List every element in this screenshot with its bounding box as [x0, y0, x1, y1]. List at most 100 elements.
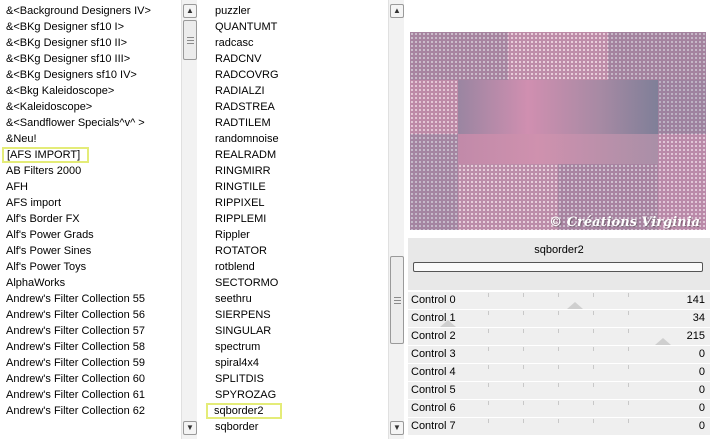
list-item[interactable]: radcasc	[206, 35, 386, 51]
list-item[interactable]: QUANTUMT	[206, 19, 386, 35]
list-item[interactable]: SPYROZAG	[206, 387, 386, 403]
control-row[interactable]: Control 3 0	[408, 346, 710, 364]
list-item-label: RINGMIRR	[215, 165, 271, 177]
list-item-label: AFS import	[6, 197, 62, 209]
list-item[interactable]: &<Background Designers IV>	[0, 3, 180, 19]
control-row[interactable]: Control 4 0	[408, 364, 710, 382]
progress-bar	[413, 262, 703, 272]
filter-list-scrollbar[interactable]: ▲ ▼	[388, 0, 404, 439]
list-item[interactable]: RADCNV	[206, 51, 386, 67]
list-item[interactable]: AFH	[0, 179, 180, 195]
list-item[interactable]: Andrew's Filter Collection 59	[0, 355, 180, 371]
list-item[interactable]: AFS import	[0, 195, 180, 211]
control-row[interactable]: Control 6 0	[408, 400, 710, 418]
list-item[interactable]: sqborder	[206, 419, 386, 435]
list-item[interactable]: RADIALZI	[206, 83, 386, 99]
list-item[interactable]: RIPPIXEL	[206, 195, 386, 211]
slider-track[interactable]	[488, 311, 648, 315]
list-item[interactable]: Andrew's Filter Collection 62	[0, 403, 180, 419]
slider-track[interactable]	[488, 365, 648, 369]
arrow-up-icon[interactable]: ▲	[390, 4, 404, 18]
control-row[interactable]: Control 0 141	[408, 292, 710, 310]
slider-track[interactable]	[488, 329, 648, 333]
list-item[interactable]: rotblend	[206, 259, 386, 275]
list-item-label: spectrum	[215, 341, 261, 353]
slider-track[interactable]	[488, 293, 648, 297]
list-item-label: &<Sandflower Specials^v^ >	[6, 117, 145, 129]
arrow-up-icon[interactable]: ▲	[183, 4, 197, 18]
slider-marker[interactable]	[654, 338, 671, 345]
list-item[interactable]: SINGULAR	[206, 323, 386, 339]
list-item[interactable]: [AFS IMPORT]	[2, 147, 89, 163]
list-item[interactable]: SPLITDIS	[206, 371, 386, 387]
filter-header: sqborder2	[408, 238, 710, 290]
list-item[interactable]: Alf's Power Sines	[0, 243, 180, 259]
list-item[interactable]: Rippler	[206, 227, 386, 243]
list-item[interactable]: RINGMIRR	[206, 163, 386, 179]
control-row[interactable]: Control 2 215	[408, 328, 710, 346]
list-item[interactable]: sqborder2	[206, 403, 282, 419]
list-item[interactable]: RADTILEM	[206, 115, 386, 131]
list-item-label: RIPPLEMI	[215, 213, 267, 225]
list-item[interactable]: AB Filters 2000	[0, 163, 180, 179]
list-item[interactable]: Andrew's Filter Collection 60	[0, 371, 180, 387]
list-item-label: &Neu!	[6, 133, 37, 145]
list-item[interactable]: Alf's Border FX	[0, 211, 180, 227]
control-row[interactable]: Control 1 34	[408, 310, 710, 328]
scroll-thumb[interactable]	[390, 256, 404, 344]
list-item[interactable]: RINGTILE	[206, 179, 386, 195]
list-item-label: SINGULAR	[215, 325, 272, 337]
list-item-label: puzzler	[215, 5, 251, 17]
list-item[interactable]: RADCOVRG	[206, 67, 386, 83]
slider-marker[interactable]	[566, 302, 583, 309]
list-item-label: RADCOVRG	[215, 69, 279, 81]
control-label: Control 3	[411, 348, 456, 360]
category-list[interactable]: &<Background Designers IV> &<BKg Designer…	[0, 0, 180, 439]
list-item[interactable]: &<BKg Designers sf10 IV>	[0, 67, 180, 83]
filter-list[interactable]: puzzler QUANTUMT radcasc RADCNV RADCOVRG RADI…	[206, 0, 386, 439]
arrow-down-icon[interactable]: ▼	[183, 421, 197, 435]
list-item[interactable]: Alf's Power Grads	[0, 227, 180, 243]
list-item[interactable]: spectrum	[206, 339, 386, 355]
list-item[interactable]: RIPPLEMI	[206, 211, 386, 227]
list-item-label: &<Kaleidoscope>	[6, 101, 93, 113]
slider-track[interactable]	[488, 419, 648, 423]
list-item[interactable]: Andrew's Filter Collection 61	[0, 387, 180, 403]
arrow-down-icon[interactable]: ▼	[390, 421, 404, 435]
slider-track[interactable]	[488, 347, 648, 351]
list-item[interactable]: randomnoise	[206, 131, 386, 147]
category-list-scrollbar[interactable]: ▲ ▼	[181, 0, 197, 439]
list-item[interactable]: &<BKg Designer sf10 I>	[0, 19, 180, 35]
list-item[interactable]: &<Sandflower Specials^v^ >	[0, 115, 180, 131]
list-item[interactable]: &<Bkg Kaleidoscope>	[0, 83, 180, 99]
list-item[interactable]: Andrew's Filter Collection 55	[0, 291, 180, 307]
list-item[interactable]: SIERPENS	[206, 307, 386, 323]
list-item[interactable]: &<Kaleidoscope>	[0, 99, 180, 115]
list-item[interactable]: REALRADM	[206, 147, 386, 163]
list-item-label: Andrew's Filter Collection 58	[6, 341, 146, 353]
control-row[interactable]: Control 5 0	[408, 382, 710, 400]
list-item[interactable]: ROTATOR	[206, 243, 386, 259]
preview-block	[508, 32, 608, 80]
list-item-label: RINGTILE	[215, 181, 266, 193]
list-item[interactable]: Alf's Power Toys	[0, 259, 180, 275]
list-item[interactable]: SECTORMO	[206, 275, 386, 291]
list-item[interactable]: seethru	[206, 291, 386, 307]
slider-track[interactable]	[488, 383, 648, 387]
list-item[interactable]: &Neu!	[0, 131, 180, 147]
slider-track[interactable]	[488, 401, 648, 405]
control-row[interactable]: Control 7 0	[408, 418, 710, 436]
list-item[interactable]: puzzler	[206, 3, 386, 19]
list-item[interactable]: spiral4x4	[206, 355, 386, 371]
watermark-text: © Créations Virginia	[549, 215, 700, 230]
list-item[interactable]: RADSTREA	[206, 99, 386, 115]
list-item[interactable]: &<BKg Designer sf10 III>	[0, 51, 180, 67]
list-item[interactable]: Andrew's Filter Collection 58	[0, 339, 180, 355]
list-item[interactable]: Andrew's Filter Collection 56	[0, 307, 180, 323]
list-item-label: SPYROZAG	[215, 389, 277, 401]
list-item[interactable]: &<BKg Designer sf10 II>	[0, 35, 180, 51]
list-item[interactable]: AlphaWorks	[0, 275, 180, 291]
list-item[interactable]: Andrew's Filter Collection 57	[0, 323, 180, 339]
scroll-thumb[interactable]	[183, 20, 197, 60]
list-item-label: &<Bkg Kaleidoscope>	[6, 85, 115, 97]
